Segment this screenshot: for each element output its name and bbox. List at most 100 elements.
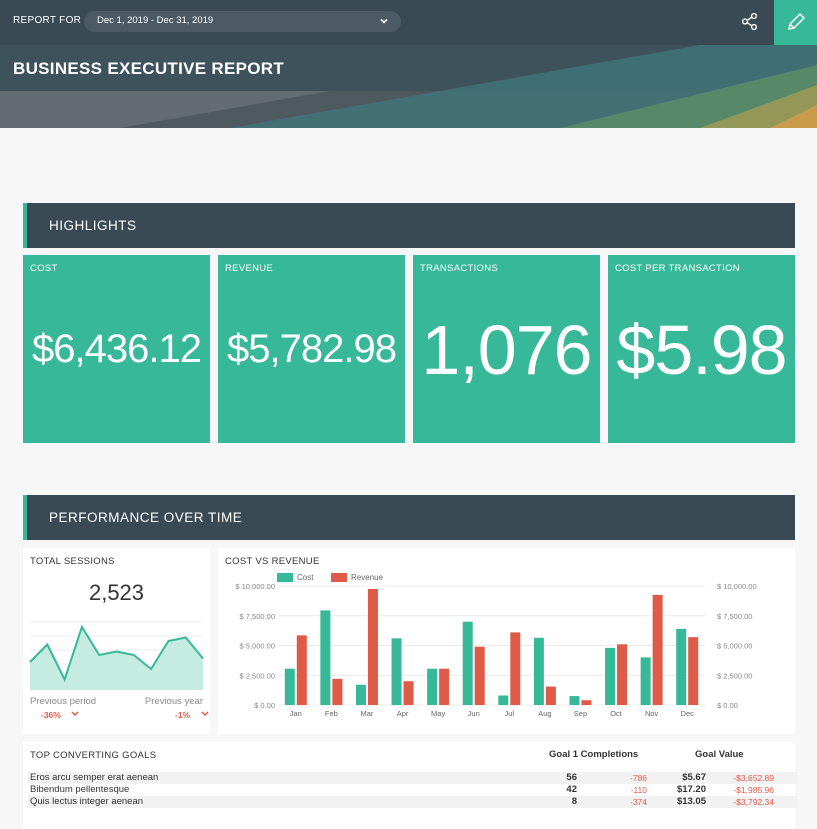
- goal-name: Quis lectus integer aenean: [30, 796, 144, 807]
- pencil-icon: [788, 13, 805, 30]
- goal-value-change: -$1,985.96: [733, 785, 774, 795]
- previous-period-change[interactable]: -36%: [41, 710, 80, 720]
- x-tick-label: Feb: [325, 709, 338, 718]
- top-goals-label: TOP CONVERTING GOALS: [30, 750, 157, 761]
- bar-cost[interactable]: [284, 668, 295, 705]
- bar-revenue[interactable]: [617, 644, 628, 705]
- x-tick-label: Jul: [504, 709, 514, 718]
- cost-card: COST $6,436.12: [23, 255, 210, 443]
- x-tick-label: May: [431, 709, 445, 718]
- goal-completions-header: Goal 1 Completions: [549, 749, 639, 760]
- y-right-tick-label: $ 2,500.00: [717, 671, 752, 680]
- x-tick-label: Mar: [360, 709, 373, 718]
- chevron-down-icon: [71, 711, 79, 717]
- bar-cost[interactable]: [462, 621, 473, 705]
- bar-revenue[interactable]: [545, 686, 556, 705]
- bar-revenue[interactable]: [474, 646, 485, 705]
- report-banner: BUSINESS EXECUTIVE REPORT: [0, 45, 817, 128]
- bar-cost[interactable]: [533, 637, 544, 705]
- cost-vs-revenue-chart: $ 10,000.00 $ 10,000.00 $ 7,500.00 $ 7,500.…: [235, 582, 757, 718]
- transactions-value: 1,076: [421, 311, 592, 389]
- date-range-picker[interactable]: Dec 1, 2019 - Dec 31, 2019: [84, 11, 401, 32]
- bar-cost[interactable]: [640, 657, 651, 705]
- chevron-down-icon: [200, 711, 209, 717]
- previous-period-label: Previous period: [30, 696, 97, 707]
- x-tick-label: Jan: [290, 709, 302, 718]
- revenue-label: REVENUE: [225, 263, 274, 274]
- goal-value: $13.05: [676, 796, 706, 807]
- bar-revenue[interactable]: [581, 700, 592, 705]
- previous-year-label: Previous year: [144, 696, 203, 707]
- highlights-title: HIGHLIGHTS: [49, 218, 137, 233]
- y-right-tick-label: $ 0.00: [717, 701, 738, 710]
- y-tick-label: $ 2,500.00: [240, 671, 275, 680]
- share-button[interactable]: [737, 9, 763, 35]
- bar-cost[interactable]: [498, 695, 509, 705]
- goal-completions: 8: [571, 796, 577, 807]
- bar-revenue[interactable]: [403, 681, 414, 705]
- chevron-down-icon: [380, 18, 388, 24]
- x-tick-label: Nov: [645, 709, 659, 718]
- goal-completions-change: -786: [629, 773, 647, 783]
- bar-cost[interactable]: [569, 696, 580, 705]
- total-sessions-value: 2,523: [88, 580, 145, 605]
- goal-completions-change: -110: [630, 785, 647, 795]
- goal-row: Quis lectus integer aenean 8 -374 $13.05…: [28, 796, 798, 808]
- goal-completions-change: -374: [629, 797, 647, 807]
- share-icon: [741, 12, 758, 31]
- bar-cost[interactable]: [605, 647, 616, 705]
- x-tick-label: Oct: [610, 709, 623, 718]
- previous-year-change[interactable]: -1%: [175, 710, 210, 720]
- transactions-label: TRANSACTIONS: [420, 263, 499, 274]
- y-tick-label: $ 7,500.00: [240, 612, 275, 621]
- y-right-tick-label: $ 10,000.00: [717, 582, 757, 591]
- bar-revenue[interactable]: [332, 678, 343, 705]
- x-tick-label: Sep: [574, 709, 587, 718]
- bar-cost[interactable]: [355, 684, 366, 705]
- y-right-tick-label: $ 5,000.00: [717, 642, 752, 651]
- goal-row: Bibendum pellentesque 42 -110 $17.20 -$1…: [28, 784, 798, 796]
- bar-cost[interactable]: [427, 668, 438, 705]
- cost-per-transaction-value: $5.98: [616, 311, 787, 389]
- goal-name: Eros arcu semper erat aenean: [30, 772, 159, 783]
- goal-value-change: -$3,792.34: [733, 797, 774, 807]
- date-range-text: Dec 1, 2019 - Dec 31, 2019: [97, 15, 214, 26]
- y-tick-label: $ 10,000.00: [235, 582, 275, 591]
- bar-revenue[interactable]: [510, 632, 521, 705]
- bar-revenue[interactable]: [439, 668, 450, 705]
- x-tick-label: Aug: [538, 709, 551, 718]
- banner-background: [0, 45, 817, 128]
- bar-revenue[interactable]: [688, 637, 699, 705]
- report-for-label: REPORT FOR: [13, 15, 82, 26]
- bar-cost[interactable]: [391, 638, 402, 705]
- report-title: BUSINESS EXECUTIVE REPORT: [13, 59, 285, 78]
- y-tick-label: $ 5,000.00: [240, 642, 275, 651]
- performance-title: PERFORMANCE OVER TIME: [49, 510, 243, 525]
- revenue-card: REVENUE $5,782.98: [218, 255, 405, 443]
- y-right-tick-label: $ 7,500.00: [717, 612, 752, 621]
- bar-revenue[interactable]: [296, 635, 307, 705]
- bar-cost[interactable]: [676, 628, 687, 705]
- top-goals-panel: TOP CONVERTING GOALS Goal 1 Completions …: [23, 742, 798, 829]
- goal-value-change: -$3,652.89: [733, 773, 774, 783]
- transactions-card: 1,076 TRANSACTIONS: [413, 255, 600, 443]
- revenue-value: $5,782.98: [227, 327, 397, 371]
- performance-section-header: PERFORMANCE OVER TIME: [23, 495, 795, 540]
- bar-cost[interactable]: [320, 610, 331, 705]
- x-tick-label: Apr: [397, 709, 409, 718]
- cost-value: $6,436.12: [32, 327, 202, 371]
- y-tick-label: $ 0.00: [254, 701, 275, 710]
- goal-row: Eros arcu semper erat aenean 56 -786 $5.…: [28, 772, 798, 784]
- cost-label: COST: [30, 263, 58, 274]
- sessions-sparkline: [29, 621, 204, 690]
- top-bar: REPORT FOR Dec 1, 2019 - Dec 31, 2019: [0, 0, 817, 45]
- bar-revenue[interactable]: [652, 594, 663, 705]
- cost-per-transaction-card: $5.98 COST PER TRANSACTION: [608, 255, 795, 443]
- goal-value-header: Goal Value: [695, 749, 744, 760]
- goal-name: Bibendum pellentesque: [30, 784, 130, 795]
- goal-completions: 56: [566, 772, 577, 783]
- bar-revenue[interactable]: [367, 588, 378, 705]
- x-tick-label: Dec: [681, 709, 695, 718]
- edit-button[interactable]: [774, 0, 817, 45]
- total-sessions-panel: TOTAL SESSIONS 2,523 Previous period -36…: [23, 548, 210, 734]
